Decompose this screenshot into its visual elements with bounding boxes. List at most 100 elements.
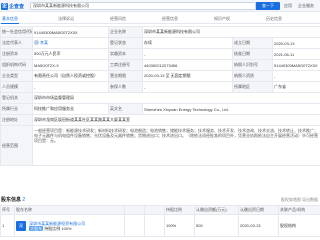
label-paid-capital: 实缴资本 [108,48,143,60]
value-approved-date: 2021-06-11 [271,48,320,60]
col-name: 股东名称 [14,205,125,215]
value-authority: 深圳市市场监督管理局 [31,92,320,104]
top-header: 企 企查查 深圳市某某新能源科技有限公司 查一下 应用 企业服务 [0,0,320,12]
legal-rep-cell[interactable]: 李某 [32,37,109,49]
label-insured: 参保人数 [108,81,143,93]
tab-operation[interactable]: 经营信息 [162,16,178,22]
row-date: 2020-03-13 [238,214,279,237]
shareholder-name-cell[interactable]: 深 深圳市某某新能源投资有限公司 大股东 持股比例 100% [14,214,125,237]
label-company-type: 企业类型 [0,70,33,82]
logo-text: 企查查 [9,3,25,10]
shareholder-header-row: 序号 股东名称 持股比例 认缴出资额(万元) 认缴出资日期 关联产品/机构 [0,205,320,215]
label-founded: 成立日期 [232,37,273,49]
row-related-link[interactable]: 股权结构 [278,214,320,237]
label-english-name: 英文名 [108,103,143,115]
shareholder-count: 2 [22,197,26,203]
col-blank-2 [144,205,165,215]
value-term: 2020-03-13 至 无固定期限 [142,70,233,82]
company-logo-icon: 深 [16,220,26,231]
label-tax-qualification: 纳税人资质 [232,70,273,82]
value-tax-qualification: - [271,70,320,82]
shareholder-section-title: 股东信息 2 [1,196,25,203]
label-company-name: 企业名称 [108,26,143,38]
table-row: 1 深 深圳市某某新能源投资有限公司 大股东 持股比例 100% 100% 50… [0,214,320,237]
tab-ip[interactable]: 知识产权 [214,16,230,22]
value-business-scope: 一般经营项目是：新能源技术研发；新材料技术研发；电池制造；电池销售；储能技术服务… [31,125,320,166]
shareholder-name-block: 深圳市某某新能源投资有限公司 大股东 持股比例 100% [29,221,85,231]
col-date: 认缴出资日期 [238,205,279,215]
label-industry: 所属行业 [0,103,33,115]
label-org-code: 组织机构代码 [0,59,33,71]
value-staff-size: - [32,81,109,93]
blank-cell [144,214,165,237]
value-credit-code: 91440300MA5G0T2X0X [32,26,109,38]
info-row: 注册地址 深圳市龙岗区坂田街道某某社区某某路某某大厦某某室 [0,114,320,126]
site-logo[interactable]: 企 企查查 [1,2,24,10]
shareholder-title: 股东信息 [1,197,22,203]
label-legal-rep: 法定代表人 [0,37,33,49]
value-reg-number: 440300212073456 [142,59,233,71]
logo-mark: 企 [1,2,8,10]
value-company-name: 深圳市某某新能源科技有限公司 [141,26,320,38]
value-tax-id: 91440300MA5G0T2X0X [271,59,320,71]
value-insured: - [142,81,233,93]
active-tab-indicator [1,23,19,24]
label-reg-number: 工商注册号 [108,59,143,71]
value-company-type: 有限责任公司（自然人投资或控股） [32,70,109,82]
row-amount: 500 [194,214,239,237]
shareholder-table: 序号 股东名称 持股比例 认缴出资额(万元) 认缴出资日期 关联产品/机构 1 … [0,205,320,237]
tab-legal[interactable]: 法律诉讼 [58,16,74,22]
info-row: 企业类型 有限责任公司（自然人投资或控股） 营业期限 2020-03-13 至 … [0,70,320,82]
col-ratio: 持股比例 [164,205,195,215]
avatar [34,40,39,46]
value-paid-capital: - [142,48,233,60]
basic-info-table: 统一社会信用代码 91440300MA5G0T2X0X 企业名称 深圳市某某新能… [0,26,320,166]
col-index: 序号 [0,205,15,215]
label-region: 所属地区 [232,81,273,93]
shareholder-tools[interactable]: 股权穿透图 导出数据 [281,197,318,203]
header-link-apps[interactable]: 应用 [284,3,292,9]
label-credit-code: 统一社会信用代码 [0,26,33,38]
label-term: 营业期限 [108,70,143,82]
legal-rep-name[interactable]: 李某 [40,40,48,45]
value-status: 存续 [142,37,233,49]
info-row: 人员规模 - 参保人数 - 所属地区 广东省 [0,81,320,93]
value-org-code: MA5G0T2X-X [32,59,109,71]
value-address: 深圳市龙岗区坂田街道某某社区某某路某某大厦某某室 [31,114,320,126]
label-status: 登记状态 [108,37,143,49]
label-reg-capital: 注册资本 [0,48,33,60]
tab-history[interactable]: 历史信息 [266,16,282,22]
tab-basic-info[interactable]: 基本信息 [2,16,18,22]
info-row: 法定代表人 李某 登记状态 存续 成立日期 2020-03-13 [0,37,320,49]
info-row: 所属行业 科技推广和应用服务业 英文名 Shenzhen Xinyuan Ene… [0,103,320,115]
info-row: 统一社会信用代码 91440300MA5G0T2X0X 企业名称 深圳市某某新能… [0,26,320,38]
value-founded: 2020-03-13 [271,37,320,49]
value-region: 广东省 [271,81,320,93]
value-english-name: Shenzhen Xinyuan Energy Technology Co., … [141,103,320,115]
value-reg-capital: 500万元人民币 [32,48,109,60]
col-amount: 认缴出资额(万元) [194,205,239,215]
label-authority: 登记机关 [0,92,33,104]
label-address: 注册地址 [0,114,33,126]
row-ratio: 100% [164,214,195,237]
col-related: 关联产品/机构 [278,205,320,215]
row-index: 1 [0,214,15,237]
info-row: 登记机关 深圳市市场监督管理局 [0,92,320,104]
label-tax-id: 纳税人识别号 [232,59,273,71]
value-industry: 科技推广和应用服务业 [32,103,109,115]
shareholder-tag: 大股东 [29,225,44,231]
info-row: 经营范围 一般经营项目是：新能源技术研发；新材料技术研发；电池制造；电池销售；储… [0,125,320,166]
search-input[interactable]: 深圳市某某新能源科技有限公司 [30,2,256,10]
info-row: 注册资本 500万元人民币 实缴资本 - 核准日期 2021-06-11 [0,48,320,60]
label-business-scope: 经营范围 [0,125,33,166]
label-staff-size: 人员规模 [0,81,33,93]
label-approved-date: 核准日期 [232,48,273,60]
info-row: 组织机构代码 MA5G0T2X-X 工商注册号 440300212073456 … [0,59,320,71]
tab-bar: 基本信息 法律诉讼 经营风险 经营信息 知识产权 历史信息 [0,14,320,24]
header-link-services[interactable]: 企业服务 [298,3,314,9]
blank-cell [124,214,145,237]
shareholder-sub: 持股比例 100% [44,225,72,231]
tab-risk[interactable]: 经营风险 [110,16,126,22]
search-button[interactable]: 查一下 [256,2,280,10]
col-blank-1 [124,205,145,215]
